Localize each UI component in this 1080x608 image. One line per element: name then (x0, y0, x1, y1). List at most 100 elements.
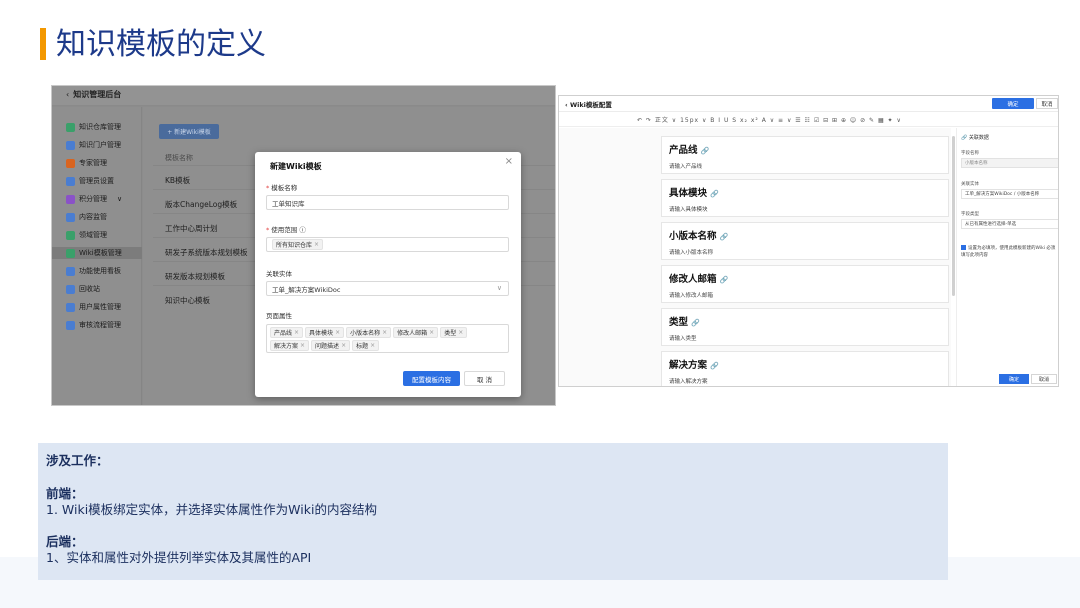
admin-icon (66, 176, 75, 186)
sidebar-item-label: 内容监管 (79, 213, 107, 221)
close-icon[interactable]: × (505, 156, 513, 167)
close-icon[interactable]: × (314, 241, 319, 248)
attr-tag: 类型 × (440, 327, 468, 338)
checkbox-checked-icon (961, 245, 966, 250)
entity-select[interactable]: 工单_解决方案WikiDoc / 小版本名称 (961, 189, 1058, 199)
sidebar-item-2[interactable]: 专家管理 (66, 157, 107, 169)
panel-confirm-button[interactable]: 确定 (999, 374, 1029, 384)
editor-document: 产品线 🔗 请输入产品线 具体模块 🔗 请输入具体模块 小版本名称 🔗 请输入小版本名称 修… (559, 128, 951, 386)
editor-scrollbar[interactable] (952, 136, 955, 296)
field-type-label: 字段类型 (961, 212, 979, 217)
sidebar-item-7[interactable]: Wiki模板管理 (52, 247, 142, 259)
admin-back-link[interactable]: ‹ 知识管理后台 (66, 89, 121, 100)
modal-title: 新建Wiki模板 (270, 162, 322, 171)
dashboard-icon (66, 266, 75, 276)
recycle-icon (66, 284, 75, 294)
field-block[interactable]: 类型 🔗 请输入类型 (661, 308, 949, 346)
attr-tag: 小版本名称 × (346, 327, 392, 338)
sidebar-item-label: 知识门户管理 (79, 141, 121, 149)
sidebar-item-9[interactable]: 回收站 (66, 283, 100, 295)
attrs-select[interactable]: 产品线 × 具体模块 × 小版本名称 × 修改人邮箱 × 类型 × 解决方案 × 问题描述 ×… (266, 324, 509, 353)
configure-template-button[interactable]: 配置模板内容 (403, 371, 460, 386)
user-attr-icon (66, 302, 75, 312)
domain-icon (66, 230, 75, 240)
sidebar-item-label: 领域管理 (79, 231, 107, 239)
backend-item: 1、实体和属性对外提供列举实体及其属性的API (46, 550, 312, 565)
attr-tag: 具体模块 × (305, 327, 345, 338)
confirm-button[interactable]: 确定 (992, 98, 1034, 109)
table-row[interactable]: 研发版本规划模板 (165, 271, 225, 282)
sidebar-item-1[interactable]: 知识门户管理 (66, 139, 121, 151)
cancel-button[interactable]: 取 消 (464, 371, 505, 386)
entity-label: 关联实体 (961, 182, 979, 187)
content-monitor-icon (66, 212, 75, 222)
attr-tag: 标题 × (352, 340, 380, 351)
field-type-select[interactable]: 从已有属性进行选择-单选 (961, 219, 1058, 229)
sidebar-item-label: 审核流程管理 (79, 321, 121, 329)
close-icon[interactable]: × (294, 329, 299, 336)
sidebar-item-label: 功能使用看板 (79, 267, 121, 275)
help-icon: ⓘ (299, 226, 306, 234)
scope-label: * 使用范围 ⓘ (266, 226, 306, 234)
config-topbar: ‹ Wiki模板配置 确定 取消 (559, 96, 1058, 112)
column-header-template-name: 模板名称 (165, 154, 193, 162)
close-icon[interactable]: × (335, 329, 340, 336)
toolbar-buttons[interactable]: ↶ ↷ 正文 ∨ 15px ∨ B I U S x₂ x² A ∨ ≡ ∨ ☰ … (637, 115, 902, 124)
chevron-left-icon: ‹ (66, 90, 70, 99)
review-flow-icon (66, 320, 75, 330)
attr-tag: 解决方案 × (270, 340, 310, 351)
close-icon[interactable]: × (300, 342, 305, 349)
attr-tag: 修改人邮箱 × (393, 327, 439, 338)
sidebar-item-label: 专家管理 (79, 159, 107, 167)
table-row[interactable]: 版本ChangeLog模板 (165, 199, 237, 210)
sidebar-item-3[interactable]: 管理员设置 (66, 175, 114, 187)
close-icon[interactable]: × (341, 342, 346, 349)
close-icon[interactable]: × (458, 329, 463, 336)
new-wiki-template-button[interactable]: + 新建Wiki模板 (159, 124, 219, 139)
sidebar-item-label: 积分管理 (79, 195, 107, 203)
close-icon[interactable]: × (370, 342, 375, 349)
panel-header: 🔗 关联数据 (961, 135, 989, 141)
table-row[interactable]: 知识中心模板 (165, 295, 210, 306)
config-back-link[interactable]: ‹ Wiki模板配置 (565, 99, 612, 109)
field-block[interactable]: 解决方案 🔗 请输入解决方案 (661, 351, 949, 386)
scope-select[interactable]: 所有知识仓库 × (266, 237, 509, 252)
sidebar-item-label: 管理员设置 (79, 177, 114, 185)
field-block[interactable]: 具体模块 🔗 请输入具体模块 (661, 179, 949, 217)
sidebar-item-11[interactable]: 审核流程管理 (66, 319, 121, 331)
work-notes: 涉及工作： 前端： 1. Wiki模板绑定实体，并选择实体属性作为Wiki的内容… (38, 443, 948, 580)
attr-tag: 产品线 × (270, 327, 304, 338)
cancel-button[interactable]: 取消 (1036, 98, 1058, 109)
sidebar-item-8[interactable]: 功能使用看板 (66, 265, 121, 277)
entity-select[interactable]: 工单_解决方案WikiDoc ∨ (266, 281, 509, 296)
sidebar-item-4[interactable]: 积分管理 ∨ (66, 193, 122, 205)
sidebar-item-6[interactable]: 领域管理 (66, 229, 107, 241)
close-icon[interactable]: × (382, 329, 387, 336)
field-block[interactable]: 修改人邮箱 🔗 请输入修改人邮箱 (661, 265, 949, 303)
admin-sidebar: 知识仓库管理 知识门户管理 专家管理 管理员设置 积分管理 ∨ 内容监管 领域管理… (52, 107, 142, 405)
link-icon: 🔗 (719, 276, 729, 284)
sidebar-item-5[interactable]: 内容监管 (66, 211, 107, 223)
attr-tag: 问题描述 × (311, 340, 351, 351)
link-icon: 🔗 (719, 233, 729, 241)
admin-topbar: ‹ 知识管理后台 (52, 86, 555, 106)
wiki-config-screenshot: ‹ Wiki模板配置 确定 取消 ↶ ↷ 正文 ∨ 15px ∨ B I U S… (558, 95, 1059, 387)
link-icon: 🔗 (700, 147, 710, 155)
table-row[interactable]: 研发子系统版本规划模板 (165, 247, 248, 258)
close-icon[interactable]: × (429, 329, 434, 336)
table-row[interactable]: KB模板 (165, 175, 190, 186)
link-icon: 🔗 (710, 190, 719, 198)
sidebar-item-10[interactable]: 用户属性管理 (66, 301, 121, 313)
table-row[interactable]: 工作中心周计划 (165, 223, 218, 234)
scope-tag: 所有知识仓库 × (272, 239, 324, 250)
field-block[interactable]: 产品线 🔗 请输入产品线 (661, 136, 949, 174)
expert-icon (66, 158, 75, 168)
required-checkbox[interactable]: 设置为必填项，使用此模板新建的Wiki 必须填写此项内容 (961, 245, 1057, 259)
panel-cancel-button[interactable]: 取消 (1031, 374, 1057, 384)
template-name-input[interactable]: 工单知识库 (266, 195, 509, 210)
field-block[interactable]: 小版本名称 🔗 请输入小版本名称 (661, 222, 949, 260)
knowledge-repo-icon (66, 122, 75, 132)
sidebar-item-0[interactable]: 知识仓库管理 (66, 121, 121, 133)
sidebar-item-label: 用户属性管理 (79, 303, 121, 311)
field-name-input[interactable]: 小版本名称 (961, 158, 1058, 168)
